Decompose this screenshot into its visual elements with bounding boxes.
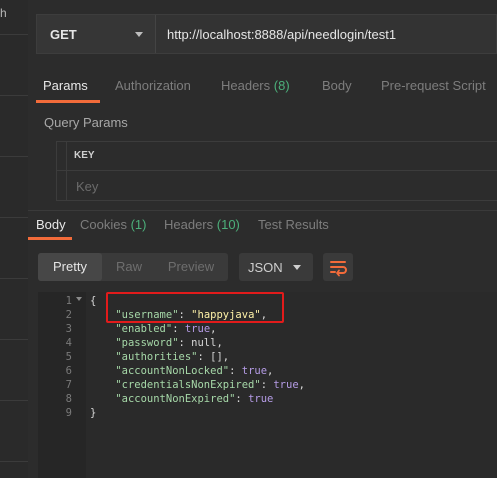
query-params-table: KEY Key xyxy=(56,141,497,201)
query-params-title: Query Params xyxy=(44,115,128,130)
code-token: "authorities" xyxy=(115,351,198,363)
method-label: GET xyxy=(50,27,77,42)
response-tabs: Body Cookies (1) Headers (10) Test Resul… xyxy=(28,217,497,243)
code-token: : [], xyxy=(197,351,230,363)
code-token: , xyxy=(267,365,274,377)
line-number: 1 xyxy=(65,295,72,307)
code-line: "authorities": [], xyxy=(90,350,490,364)
code-line: } xyxy=(90,406,490,420)
key-input[interactable]: Key xyxy=(76,179,98,194)
sidebar-divider xyxy=(0,217,28,218)
code-token: : xyxy=(260,379,274,391)
code-token: , xyxy=(298,379,305,391)
cookies-count: (1) xyxy=(130,217,147,232)
code-token: true xyxy=(248,393,274,405)
code-token: : xyxy=(235,393,249,405)
format-label: JSON xyxy=(248,260,283,275)
code-line: "accountNonExpired": true xyxy=(90,392,490,406)
chevron-down-icon xyxy=(293,265,301,270)
table-border xyxy=(56,141,497,142)
chevron-down-icon xyxy=(135,32,143,37)
section-divider xyxy=(28,210,497,211)
sidebar-divider xyxy=(0,278,28,279)
tab-response-body[interactable]: Body xyxy=(36,217,66,232)
line-number: 8 xyxy=(65,393,72,405)
key-column-header: KEY xyxy=(74,150,95,161)
preview-button[interactable]: Preview xyxy=(156,253,226,281)
code-token: true xyxy=(241,365,268,377)
url-input[interactable]: http://localhost:8888/api/needlogin/test… xyxy=(167,27,396,42)
active-tab-indicator xyxy=(36,100,100,103)
code-token: true xyxy=(273,379,299,391)
code-token: "password" xyxy=(115,337,179,349)
method-select[interactable]: GET xyxy=(37,15,156,53)
wrap-lines-button[interactable] xyxy=(323,253,353,281)
raw-button[interactable]: Raw xyxy=(104,253,154,281)
tab-response-headers[interactable]: Headers (10) xyxy=(164,217,240,232)
request-bar: GET http://localhost:8888/api/needlogin/… xyxy=(36,14,497,54)
code-token: "enabled" xyxy=(115,323,173,335)
code-line: "enabled": true, xyxy=(90,322,490,336)
code-token: "accountNonExpired" xyxy=(115,393,236,405)
code-token: true xyxy=(184,323,211,335)
tab-body[interactable]: Body xyxy=(322,78,352,93)
tab-pre-request-script[interactable]: Pre-request Script xyxy=(381,78,486,93)
line-number: 4 xyxy=(65,337,72,349)
line-number: 9 xyxy=(65,407,72,419)
code-token: : null, xyxy=(178,337,223,349)
format-select[interactable]: JSON xyxy=(239,253,313,281)
tab-authorization[interactable]: Authorization xyxy=(115,78,191,93)
table-border xyxy=(66,141,67,201)
line-number: 7 xyxy=(65,379,72,391)
code-line: "password": null, xyxy=(90,336,490,350)
response-headers-count: (10) xyxy=(216,217,240,232)
code-token: { xyxy=(90,295,97,307)
code-token: } xyxy=(90,407,97,419)
tab-cookies[interactable]: Cookies (1) xyxy=(80,217,146,232)
line-number: 5 xyxy=(65,351,72,363)
sidebar-text-fragment: h xyxy=(0,6,7,20)
sidebar-divider xyxy=(0,400,28,401)
code-token: "credentialsNonExpired" xyxy=(115,379,261,391)
code-token: : xyxy=(172,323,185,335)
table-border xyxy=(56,200,497,201)
line-number: 3 xyxy=(65,323,72,335)
request-tabs: Params Authorization Headers (8) Body Pr… xyxy=(28,78,497,104)
code-line: "credentialsNonExpired": true, xyxy=(90,378,490,392)
request-panel: GET http://localhost:8888/api/needlogin/… xyxy=(28,0,497,478)
sidebar-divider xyxy=(0,461,28,462)
tab-params[interactable]: Params xyxy=(43,78,88,93)
headers-count: (8) xyxy=(273,78,290,93)
sidebar-strip: h xyxy=(0,0,29,478)
code-token: "accountNonLocked" xyxy=(115,365,230,377)
table-border xyxy=(56,141,57,201)
pretty-button[interactable]: Pretty xyxy=(38,253,102,281)
sidebar-divider xyxy=(0,156,28,157)
tab-headers[interactable]: Headers (8) xyxy=(221,78,290,93)
line-number: 2 xyxy=(65,309,72,321)
view-mode-group: Pretty Raw Preview xyxy=(38,253,228,281)
sidebar-divider xyxy=(0,34,28,35)
code-line: "accountNonLocked": true, xyxy=(90,364,490,378)
highlight-annotation xyxy=(106,292,284,323)
wrap-lines-icon xyxy=(330,261,347,277)
postman-window: h GET http://localhost:8888/api/needlogi… xyxy=(0,0,497,478)
code-token: , xyxy=(210,323,217,335)
code-token: : xyxy=(229,365,242,377)
tab-test-results[interactable]: Test Results xyxy=(258,217,329,232)
fold-arrow-icon[interactable] xyxy=(76,297,82,301)
table-border xyxy=(56,170,497,171)
sidebar-divider xyxy=(0,339,28,340)
active-tab-indicator xyxy=(28,237,72,240)
line-number: 6 xyxy=(65,365,72,377)
sidebar-divider xyxy=(0,95,28,96)
